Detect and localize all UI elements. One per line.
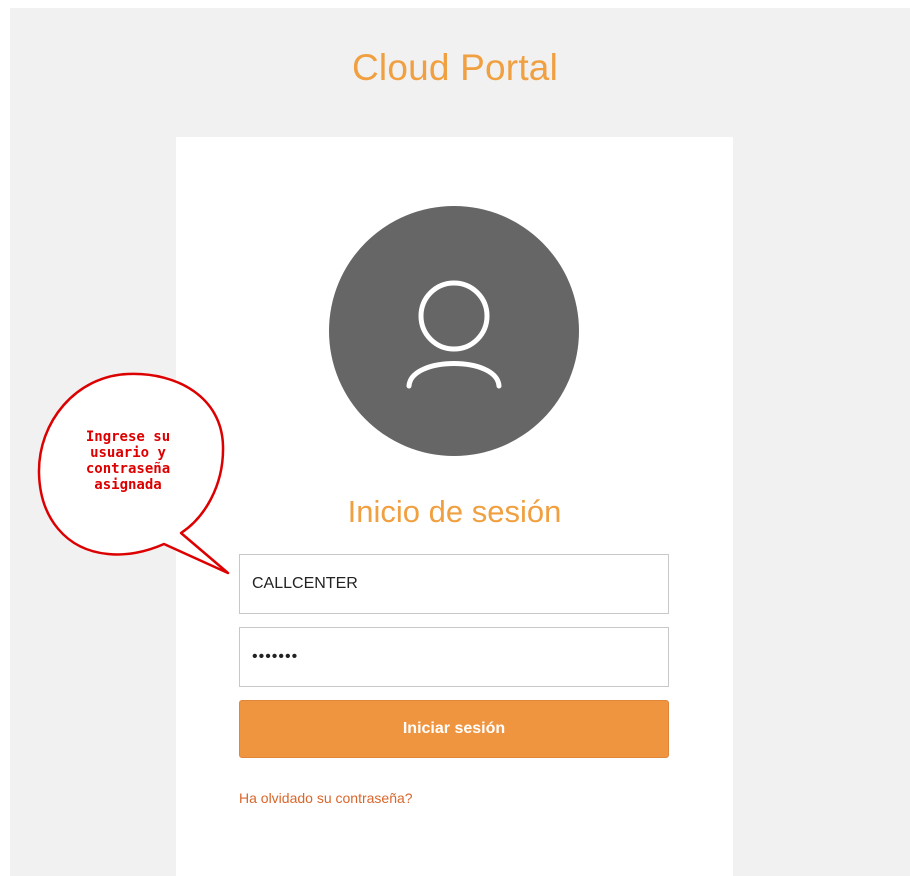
username-input[interactable] — [239, 554, 669, 614]
avatar — [329, 206, 579, 456]
callout-line: contraseña — [85, 461, 171, 477]
callout-line: usuario y — [90, 445, 166, 461]
callout-line: Ingrese su — [85, 429, 171, 445]
callout-text: Ingrese su usuario y contraseña asignada — [54, 429, 202, 493]
login-button[interactable]: Iniciar sesión — [239, 700, 669, 758]
callout-line: asignada — [94, 477, 162, 493]
login-page: Cloud Portal Inicio de sesión Iniciar se… — [0, 0, 910, 876]
login-heading: Inicio de sesión — [347, 494, 562, 529]
forgot-password-link[interactable]: Ha olvidado su contraseña? — [239, 790, 413, 806]
user-icon — [406, 280, 502, 389]
password-input[interactable] — [239, 627, 669, 687]
portal-title: Cloud Portal — [351, 47, 558, 88]
